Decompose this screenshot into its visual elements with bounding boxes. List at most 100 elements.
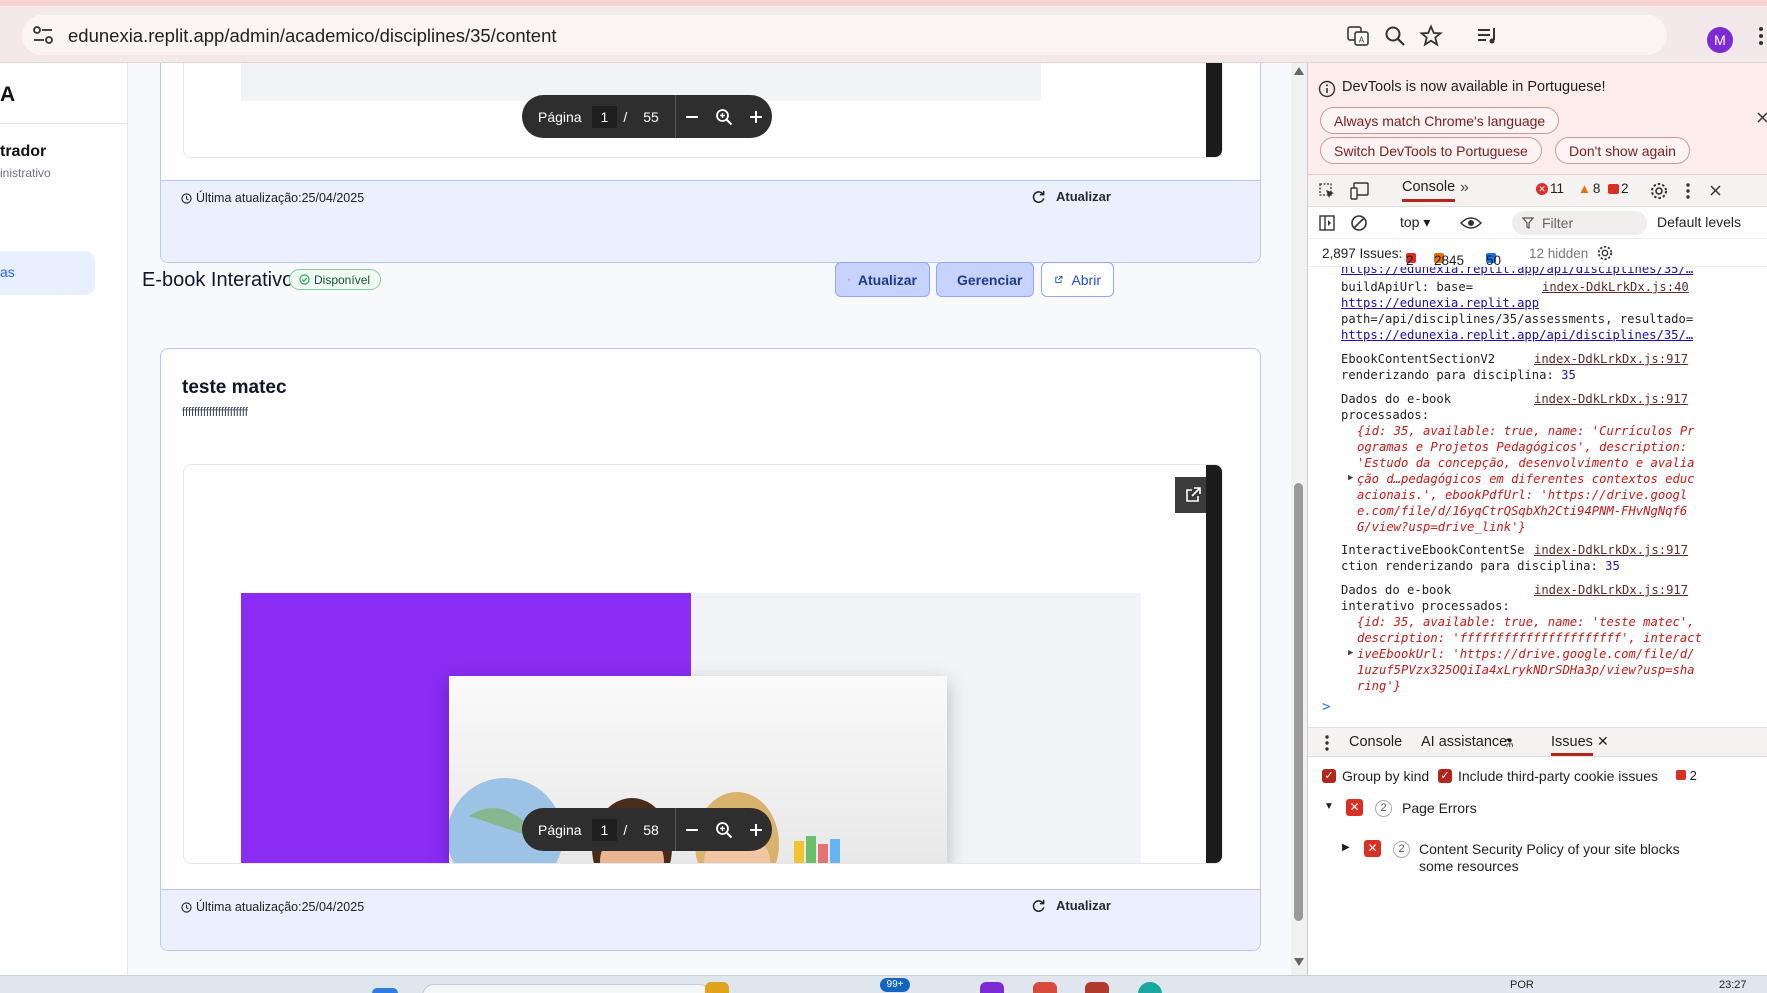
pdf-scrollbar[interactable] xyxy=(1206,465,1222,863)
zoom-in-icon[interactable] xyxy=(740,808,772,851)
zoom-out-icon[interactable] xyxy=(676,95,708,138)
csp-issue-title[interactable]: Content Security Policy of your site blo… xyxy=(1419,841,1680,857)
dont-show-again-button[interactable]: Don't show again xyxy=(1555,137,1690,164)
media-control-icon[interactable] xyxy=(1475,24,1499,48)
warning-count-text: 8 xyxy=(1592,181,1601,196)
third-party-checkbox[interactable]: ✓ xyxy=(1438,769,1452,783)
site-settings-icon[interactable] xyxy=(32,25,54,45)
app-icon[interactable] xyxy=(1033,982,1057,993)
ebook-footer-refresh-button[interactable]: Atualizar xyxy=(1031,189,1111,204)
scroll-down-icon[interactable] xyxy=(1294,958,1304,966)
log-cut-link[interactable]: https://edunexia.replit.app/api/discipli… xyxy=(1341,267,1693,277)
console-prompt[interactable]: > xyxy=(1322,699,1330,715)
device-toolbar-icon[interactable] xyxy=(1350,182,1370,200)
pdf-page-input[interactable]: 1 xyxy=(591,105,618,128)
refresh-label: Atualizar xyxy=(1056,898,1111,913)
ebook-pdf-viewer[interactable]: Página 1 / 55 xyxy=(183,63,1223,158)
main-content[interactable]: Página 1 / 55 Última atualização:25/04/2… xyxy=(128,63,1291,975)
more-tabs-icon[interactable]: » xyxy=(1460,179,1469,197)
collapse-icon[interactable]: ▼ xyxy=(1324,801,1334,812)
clock[interactable]: 23:27 xyxy=(1719,979,1747,991)
inspect-element-icon[interactable] xyxy=(1318,182,1336,200)
tab-console[interactable]: Console xyxy=(1402,179,1456,202)
close-icon[interactable] xyxy=(1757,112,1767,123)
devtools-menu-icon[interactable] xyxy=(1685,182,1691,200)
log-link[interactable]: https://edunexia.replit.app/api/discipli… xyxy=(1341,327,1693,343)
scroll-up-icon[interactable] xyxy=(1294,67,1304,75)
interactive-footer-refresh-button[interactable]: Atualizar xyxy=(1031,898,1111,913)
sidebar-item-active[interactable]: as xyxy=(0,251,95,295)
drawer-tab-console[interactable]: Console xyxy=(1349,734,1402,750)
file-explorer-icon[interactable] xyxy=(705,982,729,993)
settings-gear-icon[interactable] xyxy=(1650,182,1668,200)
log-message: processados: xyxy=(1341,408,1430,422)
status-badge-text: Disponível xyxy=(314,272,371,287)
page-errors-label[interactable]: Page Errors xyxy=(1402,800,1477,816)
match-language-button[interactable]: Always match Chrome's language xyxy=(1320,107,1560,134)
live-expression-eye-icon[interactable] xyxy=(1460,215,1482,231)
page-scrollbar[interactable] xyxy=(1291,63,1307,975)
manage-button[interactable]: Gerenciar xyxy=(936,262,1034,297)
keyboard-language[interactable]: POR xyxy=(1510,979,1534,991)
interactive-pdf-viewer[interactable]: Página 1 / 58 xyxy=(183,464,1223,864)
group-by-kind-checkbox[interactable]: ✓ xyxy=(1322,769,1336,783)
csp-issue-title-cont: some resources xyxy=(1419,858,1519,874)
zoom-in-icon[interactable] xyxy=(740,95,772,138)
app-icon[interactable] xyxy=(1138,982,1162,993)
last-update-text: Última atualização:25/04/2025 xyxy=(196,900,365,914)
clear-console-icon[interactable] xyxy=(1350,214,1368,232)
zoom-fit-icon[interactable] xyxy=(708,95,740,138)
app-icon[interactable] xyxy=(1085,982,1109,993)
app-sidebar: A trador inistrativo as xyxy=(0,63,128,975)
issue-count[interactable]: 2 xyxy=(1608,181,1629,196)
devtools-tab-bar: Console » ✕ 11 ▲ 8 2 xyxy=(1308,175,1767,207)
zoom-out-icon[interactable] xyxy=(676,808,708,851)
issues-settings-icon[interactable] xyxy=(1597,245,1613,261)
profile-avatar[interactable]: M xyxy=(1707,27,1733,53)
drawer-tab-ai-assistance[interactable]: AI assistance xyxy=(1421,734,1507,750)
log-levels-dropdown[interactable]: Default levels xyxy=(1657,214,1741,230)
bookmark-star-icon[interactable] xyxy=(1419,24,1443,48)
drawer-menu-icon[interactable] xyxy=(1324,734,1330,752)
close-devtools-icon[interactable] xyxy=(1710,185,1721,196)
log-message: path=/api/disciplines/35/assessments, re… xyxy=(1341,312,1694,326)
log-message: renderizando para disciplina: 35 xyxy=(1341,367,1576,383)
log-source-link[interactable]: index-DdkLrkDx.js:40 xyxy=(1542,279,1689,295)
refresh-button[interactable]: Atualizar xyxy=(835,262,930,297)
log-link[interactable]: https://edunexia.replit.app xyxy=(1341,295,1539,311)
log-source-link[interactable]: index-DdkLrkDx.js:917 xyxy=(1534,582,1688,598)
expand-icon[interactable]: ▶ xyxy=(1342,842,1350,853)
zoom-fit-icon[interactable] xyxy=(708,808,740,851)
page-scrollbar-thumb[interactable] xyxy=(1294,483,1303,921)
expand-object-icon[interactable]: ▶ xyxy=(1348,470,1353,486)
start-icon[interactable] xyxy=(372,988,398,993)
url-text[interactable]: edunexia.replit.app/admin/academico/disc… xyxy=(68,25,557,47)
log-source-link[interactable]: index-DdkLrkDx.js:917 xyxy=(1534,391,1688,407)
expand-object-icon[interactable]: ▶ xyxy=(1348,645,1353,661)
chrome-profile-icon[interactable] xyxy=(980,982,1004,993)
context-selector[interactable]: top ▾ xyxy=(1400,214,1430,231)
log-object-line: 1uzuf5PVzx325OQiIa4xLrykNDrSDHa3p/view?u… xyxy=(1357,663,1695,677)
external-link-icon xyxy=(1186,487,1201,502)
pdf-page-input[interactable]: 1 xyxy=(591,818,618,841)
switch-language-button[interactable]: Switch DevTools to Portuguese xyxy=(1320,137,1542,164)
issues-summary-bar[interactable]: 2,897 Issues: 2 2845 50 12 hidden xyxy=(1308,239,1767,268)
log-source-link[interactable]: index-DdkLrkDx.js:917 xyxy=(1534,351,1688,367)
log-number: 35 xyxy=(1605,559,1620,573)
pdf-page-label: Página xyxy=(538,821,582,838)
error-count[interactable]: ✕ 11 xyxy=(1536,181,1564,196)
menu-icon[interactable] xyxy=(1754,24,1767,48)
close-issues-tab-icon[interactable]: ✕ xyxy=(1597,733,1609,750)
log-source-link[interactable]: index-DdkLrkDx.js:917 xyxy=(1534,542,1688,558)
console-filter-input[interactable]: Filter xyxy=(1512,211,1647,235)
warning-count[interactable]: ▲ 8 xyxy=(1578,181,1600,196)
translate-icon[interactable]: A xyxy=(1346,24,1370,48)
info-icon xyxy=(1318,80,1336,98)
pdf-scrollbar[interactable] xyxy=(1206,63,1222,157)
taskbar-search[interactable] xyxy=(422,984,712,993)
open-button[interactable]: Abrir xyxy=(1041,262,1114,297)
sidebar-toggle-icon[interactable] xyxy=(1318,214,1336,232)
zoom-icon[interactable] xyxy=(1383,24,1407,48)
drawer-tab-issues[interactable]: Issues xyxy=(1551,734,1593,756)
console-log[interactable]: https://edunexia.replit.app/api/discipli… xyxy=(1308,267,1767,727)
